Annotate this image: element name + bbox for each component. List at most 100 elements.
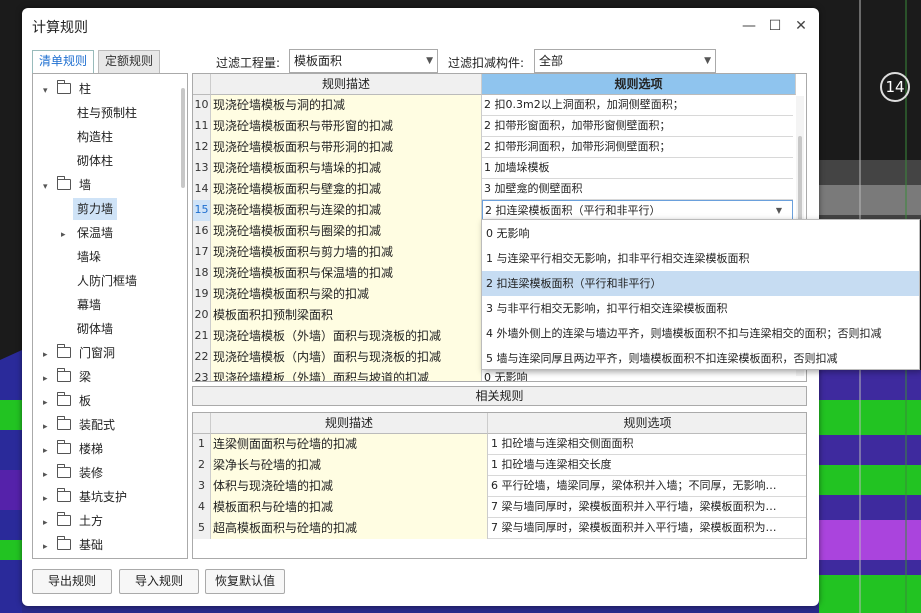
dropdown-option[interactable]: 3 与非平行相交无影响，扣平行相交连梁模板面积 bbox=[482, 296, 919, 321]
rule-description: 现浇砼墙模板面积与连梁的扣减 bbox=[211, 200, 482, 221]
maximize-button[interactable]: ☐ bbox=[762, 14, 788, 38]
related-rules-grid: 规则描述 规则选项 1 连梁侧面面积与砼墙的扣减 1 扣砼墙与连梁相交侧面面积 2 梁净… bbox=[192, 412, 807, 559]
chevron-right-icon[interactable]: ▸ bbox=[43, 536, 57, 558]
tree-item[interactable]: ▸ 梁 bbox=[43, 366, 91, 388]
rule-option-text: 0 无影响 bbox=[484, 371, 528, 382]
tree-scrollbar[interactable] bbox=[181, 88, 185, 188]
grid-header-option[interactable]: 规则选项 bbox=[482, 74, 796, 95]
table-row[interactable]: 23 现浇砼墙模板（外墙）面积与坡道的扣减 0 无影响 bbox=[193, 368, 793, 382]
chevron-right-icon[interactable]: ▸ bbox=[61, 224, 75, 246]
filter-component-select[interactable]: 全部 ▼ bbox=[534, 49, 716, 73]
tree-item[interactable]: 幕墙 bbox=[77, 294, 101, 316]
tree-item-label: 土方 bbox=[79, 514, 104, 528]
table-row[interactable]: 4 模板面积与砼墙的扣减 7 梁与墙同厚时，梁模板面积并入平行墙，梁模板面积为… bbox=[193, 497, 806, 518]
dropdown-option[interactable]: 1 与连梁平行相交无影响，扣非平行相交连梁模板面积 bbox=[482, 246, 919, 271]
tree-item-label: 梁 bbox=[79, 370, 92, 384]
chevron-right-icon[interactable]: ▸ bbox=[43, 416, 57, 438]
filter-quantity-select[interactable]: 模板面积 ▼ bbox=[289, 49, 438, 73]
table-row[interactable]: 13 现浇砼墙模板面积与墙垛的扣减 1 加墙垛模板 bbox=[193, 158, 793, 179]
tree-item[interactable]: 人防门框墙 bbox=[77, 270, 137, 292]
chevron-down-icon[interactable]: ▼ bbox=[776, 201, 782, 220]
dropdown-option[interactable]: 4 外墙外侧上的连梁与墙边平齐，则墙模板面积不扣与连梁相交的面积；否则扣减 bbox=[482, 321, 919, 346]
rule-option[interactable]: 6 平行砼墙，墙梁同厚，梁体积并入墙；不同厚，无影响… bbox=[488, 476, 803, 497]
chevron-right-icon[interactable]: ▸ bbox=[43, 488, 57, 510]
tree-item-label: 门窗洞 bbox=[79, 346, 116, 360]
tree-item[interactable]: ▸ 装修 bbox=[43, 462, 103, 484]
chevron-right-icon[interactable]: ▸ bbox=[43, 344, 57, 366]
chevron-down-icon[interactable]: ▾ bbox=[43, 176, 57, 198]
tree-item[interactable]: 墙垛 bbox=[77, 246, 101, 268]
row-number: 18 bbox=[193, 263, 211, 284]
table-row[interactable]: 14 现浇砼墙模板面积与壁龛的扣减 3 加壁龛的侧壁面积 bbox=[193, 179, 793, 200]
rule-option-text: 1 加墙垛模板 bbox=[484, 161, 550, 174]
row-number: 19 bbox=[193, 284, 211, 305]
rule-option[interactable]: 2 扣带形窗面积，加带形窗侧壁面积； bbox=[482, 116, 793, 137]
tree-item[interactable]: 柱与预制柱 bbox=[77, 102, 137, 124]
rule-option-combo[interactable]: 2 扣连梁模板面积（平行和非平行） ▼ bbox=[482, 200, 793, 221]
import-rules-button[interactable]: 导入规则 bbox=[119, 569, 199, 594]
rule-option[interactable]: 2 扣带形洞面积，加带形洞侧壁面积； bbox=[482, 137, 793, 158]
rule-description: 现浇砼墙模板面积与墙垛的扣减 bbox=[211, 158, 482, 179]
row-number: 13 bbox=[193, 158, 211, 179]
table-row[interactable]: 15 现浇砼墙模板面积与连梁的扣减 2 扣连梁模板面积（平行和非平行） ▼ bbox=[193, 200, 793, 221]
export-rules-button[interactable]: 导出规则 bbox=[32, 569, 112, 594]
tree-item[interactable]: ▸ 装配式 bbox=[43, 414, 115, 436]
rule-option[interactable]: 3 加壁龛的侧壁面积 bbox=[482, 179, 793, 200]
chevron-right-icon[interactable]: ▸ bbox=[43, 440, 57, 462]
table-row[interactable]: 3 体积与现浇砼墙的扣减 6 平行砼墙，墙梁同厚，梁体积并入墙；不同厚，无影响… bbox=[193, 476, 806, 497]
chevron-right-icon[interactable]: ▸ bbox=[43, 368, 57, 390]
component-tree: ▾ 柱柱与预制柱 构造柱 砌体柱 ▾ 墙剪力墙 ▸ 保温墙 墙垛 人防门框墙 幕墙 砌体墙 ▸ 门窗洞 ▸ 梁… bbox=[32, 73, 188, 559]
tree-item[interactable]: ▸ 板 bbox=[43, 390, 91, 412]
row-number: 20 bbox=[193, 305, 211, 326]
table-row[interactable]: 5 超高模板面积与砼墙的扣减 7 梁与墙同厚时，梁模板面积并入平行墙，梁模板面积为… bbox=[193, 518, 806, 539]
close-button[interactable]: ✕ bbox=[788, 14, 814, 38]
tree-item-label: 装修 bbox=[79, 466, 104, 480]
related-grid-corner bbox=[193, 413, 211, 434]
related-rules-bar[interactable]: 相关规则 bbox=[192, 386, 807, 406]
dropdown-option[interactable]: 0 无影响 bbox=[482, 221, 919, 246]
rule-option[interactable]: 1 加墙垛模板 bbox=[482, 158, 793, 179]
rule-option[interactable]: 1 扣砼墙与连梁相交长度 bbox=[488, 455, 803, 476]
table-row[interactable]: 2 梁净长与砼墙的扣减 1 扣砼墙与连梁相交长度 bbox=[193, 455, 806, 476]
tree-item[interactable]: ▾ 柱 bbox=[43, 78, 91, 100]
tab-bill-rules[interactable]: 清单规则 bbox=[32, 50, 95, 74]
row-number: 2 bbox=[193, 455, 211, 476]
chevron-right-icon[interactable]: ▸ bbox=[43, 512, 57, 534]
rule-option[interactable]: 7 梁与墙同厚时，梁模板面积并入平行墙，梁模板面积为… bbox=[488, 497, 803, 518]
tree-item[interactable]: ▸ 基础 bbox=[43, 534, 103, 556]
tree-item[interactable]: ▸ 门窗洞 bbox=[43, 342, 115, 364]
row-number: 3 bbox=[193, 476, 211, 497]
dropdown-option[interactable]: 5 墙与连梁同厚且两边平齐，则墙模板面积不扣连梁模板面积，否则扣减 bbox=[482, 346, 919, 369]
rule-option[interactable]: 1 扣砼墙与连梁相交侧面面积 bbox=[488, 434, 803, 455]
chevron-down-icon[interactable]: ▾ bbox=[43, 80, 57, 102]
tree-item[interactable]: 剪力墙 bbox=[73, 198, 118, 220]
table-row[interactable]: 10 现浇砼墙模板与洞的扣减 2 扣0.3m2以上洞面积，加洞侧壁面积； bbox=[193, 95, 793, 116]
tree-item-label: 人防门框墙 bbox=[77, 274, 138, 288]
rule-option[interactable]: 7 梁与墙同厚时，梁模板面积并入平行墙，梁模板面积为… bbox=[488, 518, 803, 539]
tree-item[interactable]: 构造柱 bbox=[77, 126, 113, 148]
table-row[interactable]: 12 现浇砼墙模板面积与带形洞的扣减 2 扣带形洞面积，加带形洞侧壁面积； bbox=[193, 137, 793, 158]
table-row[interactable]: 1 连梁侧面面积与砼墙的扣减 1 扣砼墙与连梁相交侧面面积 bbox=[193, 434, 806, 455]
tree-item[interactable]: ▸ 基坑支护 bbox=[43, 486, 127, 508]
chevron-right-icon[interactable]: ▸ bbox=[43, 464, 57, 486]
tree-item[interactable]: 砌体墙 bbox=[77, 318, 113, 340]
tree-item[interactable]: ▸ 保温墙 bbox=[61, 222, 113, 244]
tree-item[interactable]: ▸ 土方 bbox=[43, 510, 103, 532]
rule-option[interactable]: 2 扣0.3m2以上洞面积，加洞侧壁面积； bbox=[482, 95, 793, 116]
rule-description: 现浇砼墙模板面积与剪力墙的扣减 bbox=[211, 242, 482, 263]
row-number: 10 bbox=[193, 95, 211, 116]
restore-defaults-button[interactable]: 恢复默认值 bbox=[205, 569, 285, 594]
row-number: 22 bbox=[193, 347, 211, 368]
tab-quota-rules[interactable]: 定额规则 bbox=[98, 50, 161, 73]
rule-description: 现浇砼墙模板面积与壁龛的扣减 bbox=[211, 179, 482, 200]
rule-description: 现浇砼墙模板面积与圈梁的扣减 bbox=[211, 221, 482, 242]
rule-option-text: 2 扣连梁模板面积（平行和非平行） bbox=[485, 204, 661, 217]
minimize-button[interactable]: — bbox=[736, 14, 762, 38]
tree-item[interactable]: 砌体柱 bbox=[77, 150, 113, 172]
tree-item[interactable]: ▾ 墙 bbox=[43, 174, 91, 196]
rule-option[interactable]: 0 无影响 bbox=[482, 368, 793, 382]
dropdown-option[interactable]: 2 扣连梁模板面积（平行和非平行） bbox=[482, 271, 919, 296]
tree-item[interactable]: ▸ 楼梯 bbox=[43, 438, 103, 460]
chevron-right-icon[interactable]: ▸ bbox=[43, 392, 57, 414]
table-row[interactable]: 11 现浇砼墙模板面积与带形窗的扣减 2 扣带形窗面积，加带形窗侧壁面积； bbox=[193, 116, 793, 137]
